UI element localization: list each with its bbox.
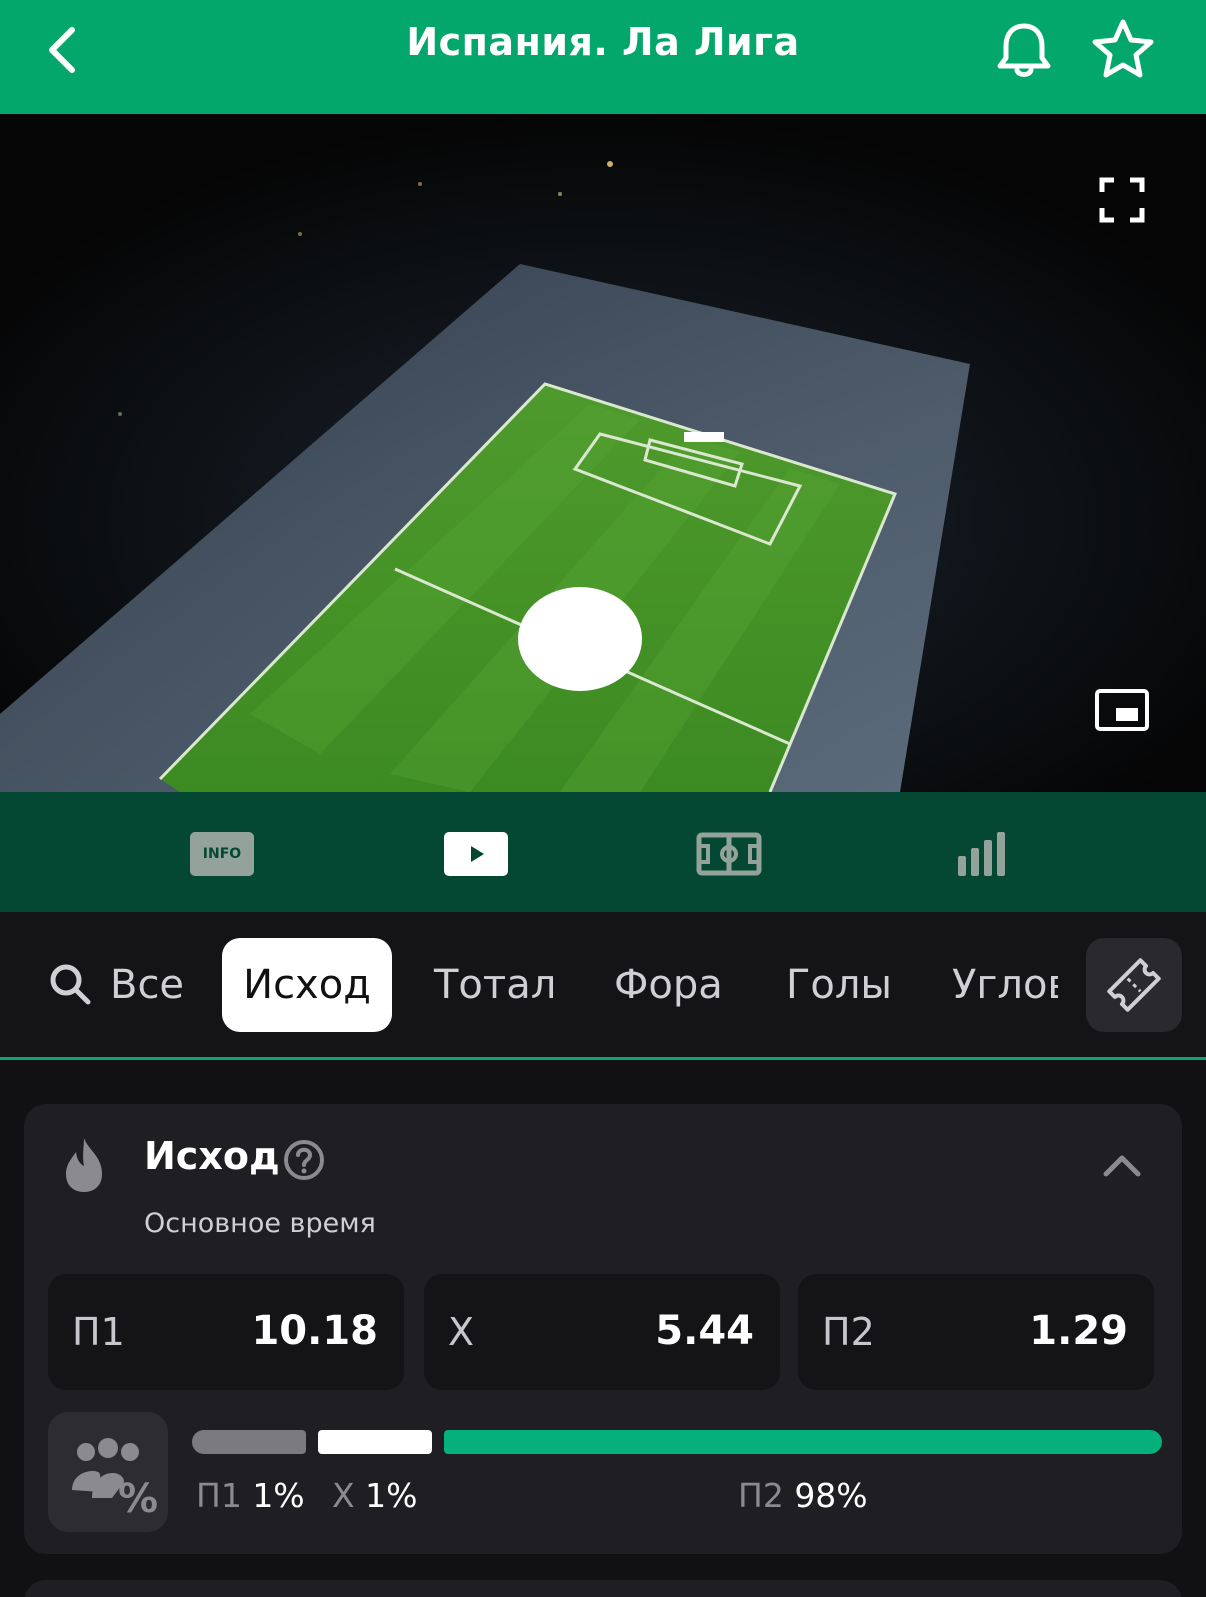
popularity-name: П1 <box>196 1476 242 1515</box>
market-card-outcome: Исход Основное время П1 10.18 X 5.44 П2 … <box>24 1104 1182 1554</box>
popularity-label-draw: X 1% <box>332 1476 417 1515</box>
popularity-name: П2 <box>738 1476 784 1515</box>
popularity-percent: 1% <box>365 1476 418 1515</box>
tab-info[interactable]: INFO <box>190 832 254 876</box>
market-subtitle: Основное время <box>144 1208 376 1239</box>
star-favorite-icon[interactable] <box>1090 16 1156 82</box>
picture-in-picture-icon[interactable] <box>1094 688 1150 732</box>
tab-video[interactable] <box>444 832 508 876</box>
stats-icon[interactable] <box>956 832 1008 876</box>
tab-handicap[interactable]: Фора <box>614 938 723 1032</box>
help-icon[interactable] <box>282 1138 326 1182</box>
svg-text:%: % <box>118 1476 158 1522</box>
bell-icon[interactable] <box>992 18 1056 82</box>
search-icon[interactable] <box>48 938 92 1032</box>
popularity-bar-p2 <box>444 1430 1162 1454</box>
popularity-bar-draw <box>318 1430 432 1454</box>
tab-total[interactable]: Тотал <box>434 938 556 1032</box>
flame-icon <box>66 1138 102 1192</box>
popularity-label-p2: П2 98% <box>738 1476 868 1515</box>
coupon-button[interactable] <box>1086 938 1182 1032</box>
top-bar: Испания. Ла Лига <box>0 0 1206 114</box>
popularity-percent: 1% <box>252 1476 305 1515</box>
odds-button-p1[interactable]: П1 10.18 <box>48 1274 404 1390</box>
stadium-image <box>0 114 1206 792</box>
popularity-name: X <box>332 1476 355 1515</box>
market-title: Исход <box>144 1134 280 1178</box>
tab-corners[interactable]: Углов <box>952 938 1058 1032</box>
tab-outcome[interactable]: Исход <box>222 938 392 1032</box>
next-market-card <box>24 1580 1182 1597</box>
media-tabs: INFO <box>0 792 1206 912</box>
popularity-bar-p1 <box>192 1430 306 1454</box>
odds-label: X <box>448 1310 475 1354</box>
odds-label: П2 <box>822 1310 875 1354</box>
tab-goals[interactable]: Голы <box>786 938 892 1032</box>
market-filter-tabs: Все Исход Тотал Фора Голы Углов <box>0 912 1206 1060</box>
ticket-icon <box>1107 958 1161 1012</box>
popularity-label-p1: П1 1% <box>196 1476 305 1515</box>
popularity-percent: 98% <box>794 1476 868 1515</box>
odds-label: П1 <box>72 1310 125 1354</box>
odds-value: 1.29 <box>1029 1308 1128 1354</box>
video-player[interactable] <box>0 114 1206 792</box>
odds-button-p2[interactable]: П2 1.29 <box>798 1274 1154 1390</box>
chevron-up-icon[interactable] <box>1102 1152 1142 1180</box>
tab-all[interactable]: Все <box>110 938 184 1032</box>
fullscreen-icon[interactable] <box>1098 176 1146 224</box>
odds-button-draw[interactable]: X 5.44 <box>424 1274 780 1390</box>
play-icon <box>471 846 484 862</box>
field-icon[interactable] <box>696 832 762 876</box>
bettors-percent-button[interactable]: % <box>48 1412 168 1532</box>
odds-value: 10.18 <box>251 1308 378 1354</box>
odds-value: 5.44 <box>655 1308 754 1354</box>
people-percent-icon: % <box>72 1438 158 1522</box>
